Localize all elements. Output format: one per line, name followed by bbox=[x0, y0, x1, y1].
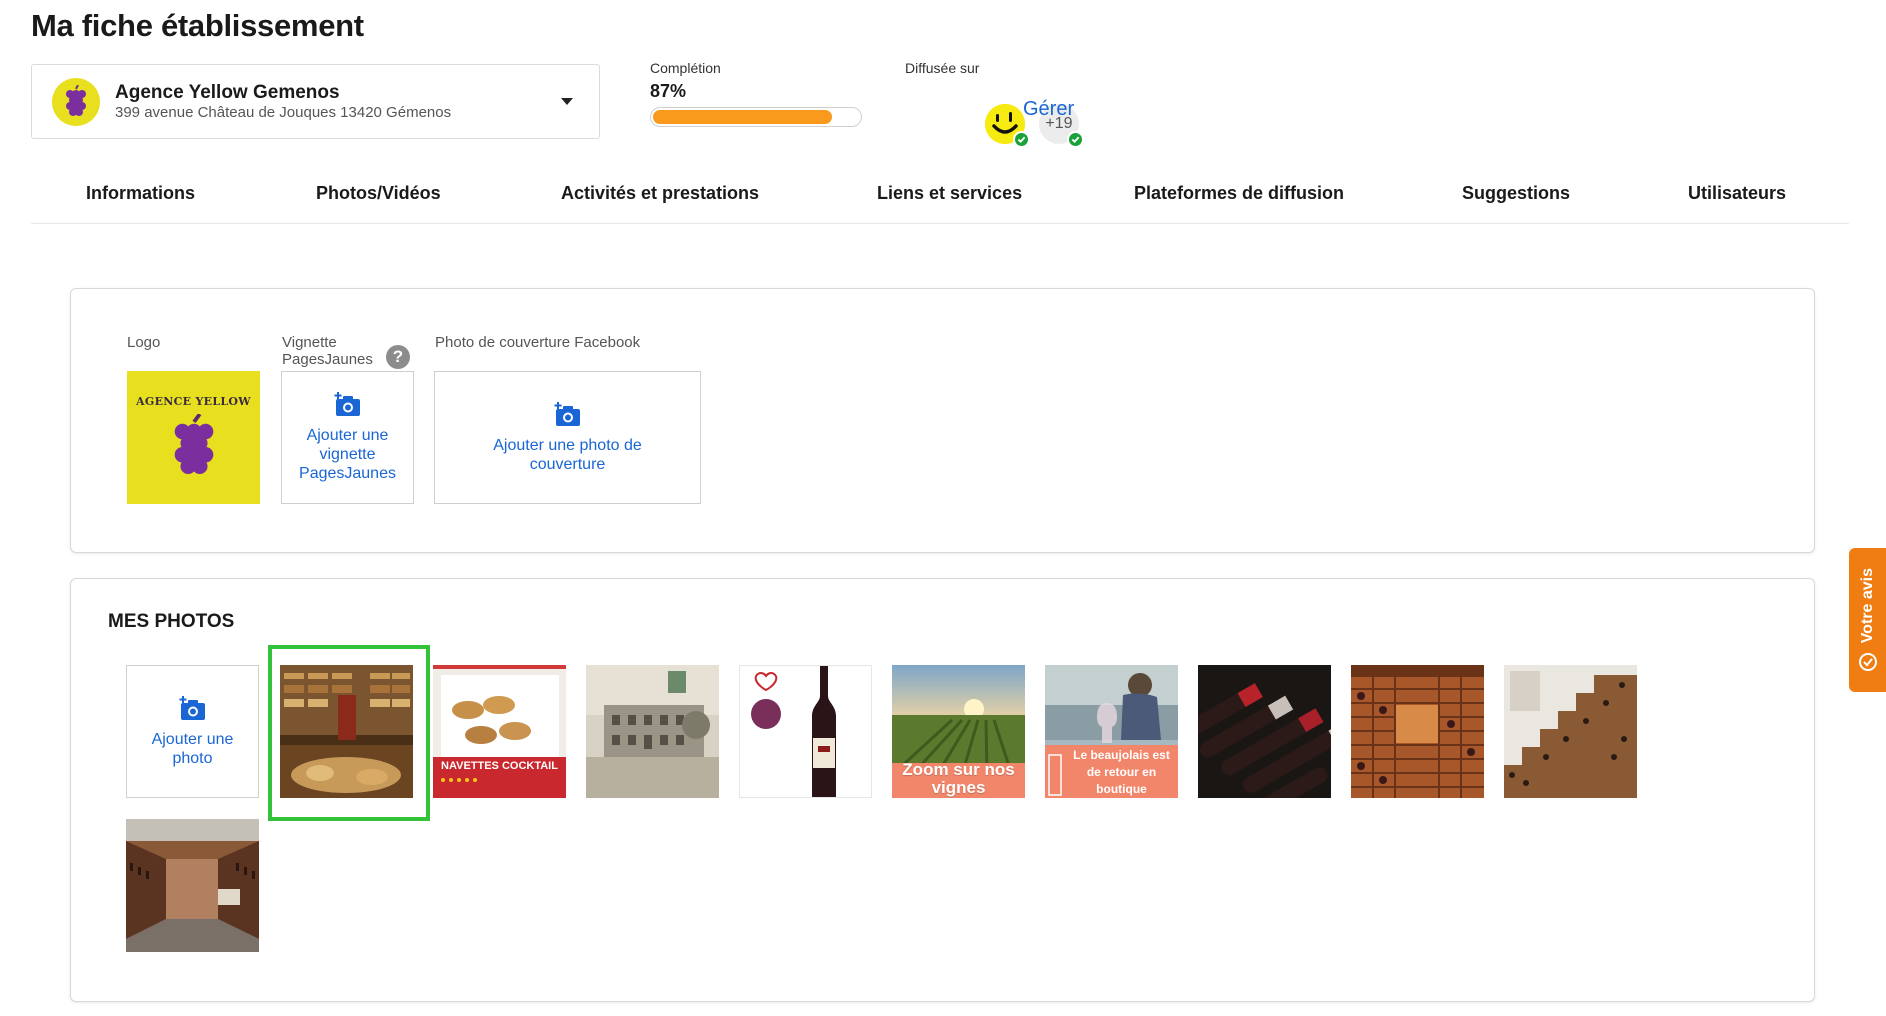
completion-value: 87% bbox=[650, 81, 687, 101]
photo-old-postcard[interactable] bbox=[586, 665, 719, 798]
establishment-selector[interactable]: Agence Yellow Gemenos 399 avenue Château… bbox=[31, 64, 600, 139]
photo-wine-cellar[interactable] bbox=[1351, 665, 1484, 798]
add-thumbnail-button[interactable]: Ajouter une vignette PagesJaunes bbox=[281, 371, 414, 504]
add-photo-label: Ajouter une photo bbox=[151, 730, 234, 767]
photo-cellar-stairs[interactable] bbox=[1504, 665, 1637, 798]
add-photo-icon bbox=[554, 401, 580, 426]
add-photo-button[interactable]: Ajouter une photo bbox=[126, 665, 259, 798]
pagesjaunes-smiley-icon bbox=[985, 104, 1030, 148]
add-photo-icon bbox=[179, 695, 205, 720]
thumbnail-label: Vignette PagesJaunes bbox=[282, 334, 373, 368]
help-icon[interactable]: ? bbox=[386, 345, 410, 369]
tab-informations[interactable]: Informations bbox=[86, 183, 195, 204]
tab-suggestions[interactable]: Suggestions bbox=[1462, 183, 1570, 204]
add-cover-button[interactable]: Ajouter une photo de couverture bbox=[434, 371, 701, 504]
tab-plateformes-diffusion[interactable]: Plateformes de diffusion bbox=[1134, 183, 1344, 204]
tab-photos-videos[interactable]: Photos/Vidéos bbox=[316, 183, 441, 204]
photo-vineyard[interactable]: Zoom sur nos vignes bbox=[892, 665, 1025, 798]
photo-navettes-cocktail[interactable]: NAVETTES COCKTAIL bbox=[433, 665, 566, 798]
tab-bar: Informations Photos/Vidéos Activités et … bbox=[31, 175, 1849, 224]
logo-text: AGENCE YELLOW bbox=[136, 395, 251, 408]
grapes-icon bbox=[174, 414, 213, 475]
completion-widget: Complétion 87% bbox=[650, 60, 865, 127]
establishment-avatar bbox=[52, 77, 100, 126]
establishment-address: 399 avenue Château de Jouques 13420 Géme… bbox=[115, 103, 452, 121]
check-icon bbox=[1067, 131, 1084, 148]
photo-shop-interior[interactable] bbox=[280, 665, 413, 798]
manage-platforms-link[interactable]: Gérer bbox=[1023, 98, 1074, 121]
tab-activites-prestations[interactable]: Activités et prestations bbox=[561, 183, 759, 204]
page-title: Ma fiche établissement bbox=[31, 8, 364, 43]
media-panel: Logo AGENCE YELLOW Vignette PagesJaunes … bbox=[70, 288, 1815, 553]
photos-section-title: MES PHOTOS bbox=[108, 611, 235, 632]
cover-label: Photo de couverture Facebook bbox=[435, 334, 641, 351]
feedback-icon bbox=[1858, 652, 1877, 671]
tab-liens-services[interactable]: Liens et services bbox=[877, 183, 1022, 204]
add-cover-label: Ajouter une photo de couverture bbox=[493, 436, 642, 473]
grapes-icon bbox=[66, 84, 86, 116]
completion-label: Complétion bbox=[650, 60, 721, 76]
photo-bottles-rack[interactable] bbox=[1198, 665, 1331, 798]
feedback-label: Votre avis bbox=[1858, 568, 1876, 644]
photo-wine-bottle[interactable] bbox=[739, 665, 872, 798]
check-icon bbox=[1013, 131, 1030, 148]
diffusion-label: Diffusée sur bbox=[905, 60, 980, 76]
chevron-down-icon[interactable] bbox=[561, 98, 573, 105]
photo-caption: Le beaujolais est de retour en boutique bbox=[1073, 748, 1170, 796]
photo-caption: Zoom sur nos vignes bbox=[902, 760, 1015, 797]
tab-utilisateurs[interactable]: Utilisateurs bbox=[1688, 183, 1786, 204]
photos-panel: MES PHOTOS Ajouter une photo NAVETTES CO… bbox=[70, 578, 1815, 1002]
completion-progress-fill bbox=[653, 110, 833, 124]
establishment-name: Agence Yellow Gemenos bbox=[115, 81, 340, 103]
photo-shop-aisle[interactable] bbox=[126, 819, 259, 952]
diffusion-label-wrapper: Diffusée sur bbox=[905, 60, 979, 76]
feedback-tab[interactable]: Votre avis bbox=[1849, 548, 1886, 692]
add-photo-icon bbox=[334, 392, 360, 416]
completion-progress-bar bbox=[650, 107, 862, 127]
photo-beaujolais[interactable]: Le beaujolais est de retour en boutique bbox=[1045, 665, 1178, 798]
add-thumbnail-label: Ajouter une vignette PagesJaunes bbox=[299, 427, 396, 482]
logo-label: Logo bbox=[127, 334, 161, 351]
logo-image[interactable]: AGENCE YELLOW bbox=[127, 371, 260, 504]
photo-caption: NAVETTES COCKTAIL bbox=[441, 760, 558, 772]
